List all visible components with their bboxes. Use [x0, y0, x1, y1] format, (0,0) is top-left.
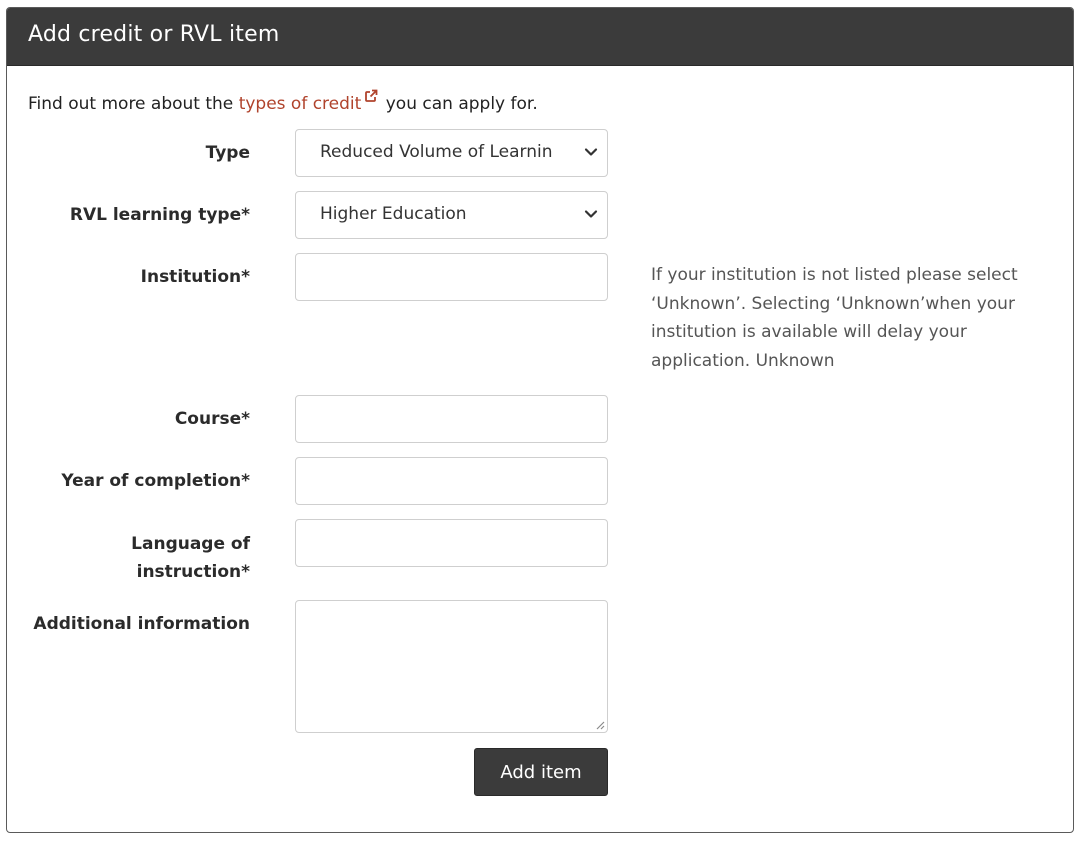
external-link-icon[interactable]	[364, 88, 378, 102]
course-label: Course*	[174, 409, 250, 429]
language-of-instruction-label: Language of instruction*	[131, 530, 250, 586]
course-input[interactable]	[295, 395, 608, 443]
resize-grip-icon[interactable]	[595, 720, 605, 730]
type-select-value: Reduced Volume of Learnin	[320, 142, 553, 162]
additional-information-textarea[interactable]	[295, 600, 608, 733]
types-of-credit-link-label: types of credit	[238, 94, 362, 114]
type-select[interactable]: Reduced Volume of Learnin	[295, 129, 608, 177]
institution-label: Institution*	[140, 267, 250, 287]
types-of-credit-link[interactable]: types of credit	[239, 94, 362, 114]
panel-title: Add credit or RVL item	[28, 22, 280, 47]
language-label-line-2: instruction*	[136, 562, 250, 582]
year-of-completion-input[interactable]	[295, 457, 608, 505]
intro-text: Find out more about the types of credit …	[28, 88, 538, 114]
add-credit-panel: Add credit or RVL item Find out more abo…	[6, 7, 1074, 833]
rvl-learning-type-label: RVL learning type*	[69, 205, 250, 225]
additional-information-label: Additional information	[33, 614, 250, 634]
add-item-button[interactable]: Add item	[474, 748, 608, 796]
chevron-down-icon	[584, 210, 598, 218]
panel-header: Add credit or RVL item	[7, 8, 1073, 66]
language-of-instruction-input[interactable]	[295, 519, 608, 567]
year-of-completion-label: Year of completion*	[61, 471, 250, 491]
institution-help-text: If your institution is not listed please…	[651, 265, 1018, 371]
intro-suffix: you can apply for.	[380, 94, 538, 114]
rvl-learning-type-select[interactable]: Higher Education	[295, 191, 608, 239]
institution-input[interactable]	[295, 253, 608, 301]
type-label: Type	[205, 143, 250, 163]
intro-prefix: Find out more about the	[28, 94, 239, 114]
chevron-down-icon	[584, 148, 598, 156]
rvl-learning-type-value: Higher Education	[320, 204, 467, 224]
language-label-line-1: Language of	[131, 534, 250, 554]
